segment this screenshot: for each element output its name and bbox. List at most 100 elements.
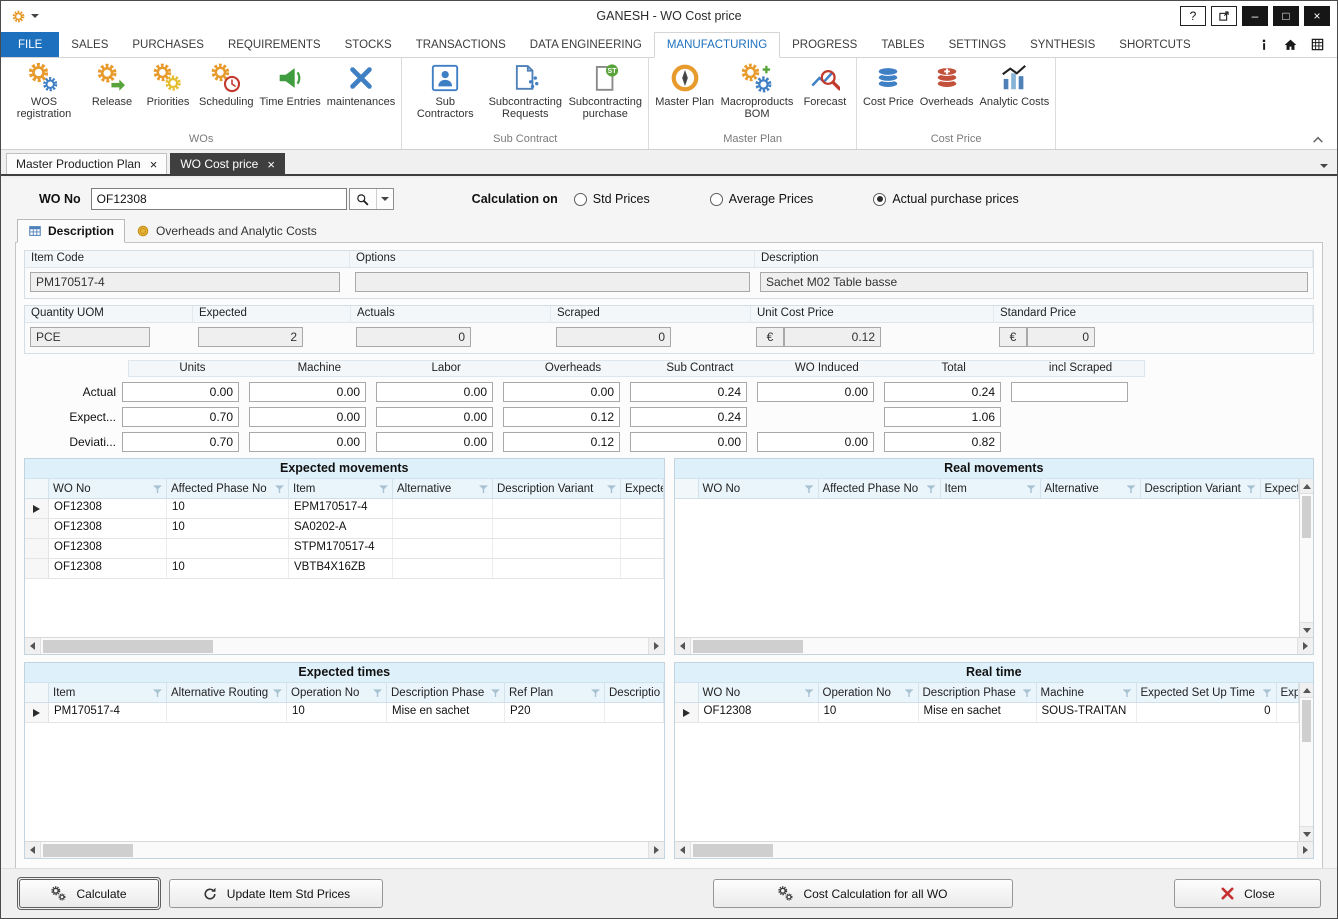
doc-tab-master-production-plan[interactable]: Master Production Plan × [6,153,167,174]
row-selector[interactable] [25,519,49,538]
ribbon-tab-requirements[interactable]: REQUIREMENTS [216,33,333,57]
scraped-field[interactable]: 0 [556,327,671,347]
ribbon-tab-manufacturing[interactable]: MANUFACTURING [654,32,780,58]
calculate-button[interactable]: Calculate [19,879,159,908]
options-field[interactable] [355,272,750,292]
standard-price-field[interactable]: 0 [1027,327,1095,347]
column-header-expected-set-up-time[interactable]: Expected Set Up Time [1137,683,1277,702]
scrollbar-thumb[interactable] [693,640,803,653]
ribbon-tab-progress[interactable]: PROGRESS [780,33,869,57]
filter-icon[interactable] [491,688,500,697]
scroll-left-button[interactable] [675,638,691,654]
scroll-right-button[interactable] [648,638,664,654]
row-selector[interactable] [25,703,49,722]
search-icon[interactable] [350,189,377,209]
scrollbar-thumb[interactable] [43,640,213,653]
column-header-item[interactable]: Item [289,479,393,498]
column-header-expected-q[interactable]: Expected Q [1261,479,1300,498]
filter-icon[interactable] [1027,484,1036,493]
column-header-description-variant[interactable]: Description Variant [1141,479,1261,498]
scroll-right-button[interactable] [648,842,664,858]
filter-icon[interactable] [1263,688,1272,697]
radio-std-prices[interactable]: Std Prices [574,192,650,206]
ribbon-tab-transactions[interactable]: TRANSACTIONS [404,33,518,57]
search-button[interactable] [349,188,394,210]
column-header-affected-phase-no[interactable]: Affected Phase No [819,479,941,498]
vertical-scrollbar[interactable] [1299,683,1313,841]
filter-icon[interactable] [373,688,382,697]
cost-calculation-all-wo-button[interactable]: Cost Calculation for all WO [713,879,1013,908]
subcontracting-purchase-button[interactable]: ST Subcontracting purchase [565,59,645,121]
column-header-wo-no[interactable]: WO No [49,479,167,498]
ribbon-tab-stocks[interactable]: STOCKS [333,33,404,57]
column-header-item[interactable]: Item [941,479,1041,498]
close-window-button[interactable]: × [1304,6,1330,26]
unit-cost-price-field[interactable]: 0.12 [784,327,881,347]
tab-list-caret-icon[interactable] [1320,164,1328,168]
calculator-icon[interactable] [1310,37,1325,52]
table-row[interactable]: OF12308 STPM170517-4 [25,539,664,559]
filter-icon[interactable] [927,484,936,493]
filter-icon[interactable] [805,688,814,697]
maintenances-button[interactable]: maintenances [324,59,399,108]
ribbon-tab-file[interactable]: FILE [1,32,59,57]
scroll-up-button[interactable] [1300,683,1313,698]
actuals-field[interactable]: 0 [356,327,471,347]
horizontal-scrollbar[interactable] [25,637,664,654]
scroll-down-button[interactable] [1300,826,1313,841]
ribbon-tab-data-engineering[interactable]: DATA ENGINEERING [518,33,654,57]
scrollbar-thumb[interactable] [1302,700,1311,742]
column-header-alternative[interactable]: Alternative [393,479,493,498]
column-header-alternative-routing[interactable]: Alternative Routing [167,683,287,702]
overheads-button[interactable]: Overheads [917,59,977,108]
scroll-right-button[interactable] [1297,638,1313,654]
column-header-operation-no[interactable]: Operation No [287,683,387,702]
help-button[interactable]: ? [1180,6,1206,26]
forecast-button[interactable]: Forecast [797,59,853,108]
subcontracting-requests-button[interactable]: Subcontracting Requests [485,59,565,121]
scroll-right-button[interactable] [1297,842,1313,858]
radio-average-prices[interactable]: Average Prices [710,192,814,206]
ribbon-tab-synthesis[interactable]: SYNTHESIS [1018,33,1107,57]
filter-icon[interactable] [153,484,162,493]
row-selector[interactable] [25,559,49,578]
close-tab-icon[interactable]: × [267,158,275,171]
scrollbar-thumb[interactable] [1302,496,1311,538]
column-header-machine[interactable]: Machine [1037,683,1137,702]
table-row[interactable]: PM170517-4 10 Mise en sachet P20 [25,703,664,723]
column-header-ref-plan[interactable]: Ref Plan [505,683,605,702]
filter-icon[interactable] [1247,484,1256,493]
table-row[interactable]: OF12308 10 EPM170517-4 [25,499,664,519]
tab-description[interactable]: Description [17,219,125,243]
quantity-uom-field[interactable]: PCE [30,327,150,347]
column-header-description-phase[interactable]: Description Phase [387,683,505,702]
release-button[interactable]: Release [84,59,140,108]
item-code-field[interactable]: PM170517-4 [30,272,340,292]
table-row[interactable]: OF12308 10 SA0202-A [25,519,664,539]
macroproducts-bom-button[interactable]: Macroproducts BOM [717,59,797,121]
column-header-affected-phase-no[interactable]: Affected Phase No [167,479,289,498]
maximize-button[interactable]: □ [1273,6,1299,26]
scroll-down-button[interactable] [1300,622,1313,637]
minimize-button[interactable]: – [1242,6,1268,26]
filter-icon[interactable] [905,688,914,697]
scheduling-button[interactable]: Scheduling [196,59,256,108]
quick-access-toolbar[interactable] [1,9,49,24]
radio-actual-purchase-prices[interactable]: Actual purchase prices [873,192,1018,206]
filter-icon[interactable] [379,484,388,493]
filter-icon[interactable] [479,484,488,493]
description-field[interactable]: Sachet M02 Table basse [760,272,1308,292]
ribbon-tab-purchases[interactable]: PURCHASES [120,33,216,57]
row-selector[interactable] [25,539,49,558]
expected-field[interactable]: 2 [198,327,303,347]
ribbon-tab-sales[interactable]: SALES [59,33,120,57]
priorities-button[interactable]: Priorities [140,59,196,108]
doc-tab-wo-cost-price[interactable]: WO Cost price × [170,153,285,174]
filter-icon[interactable] [275,484,284,493]
horizontal-scrollbar[interactable] [675,841,1314,858]
info-icon[interactable] [1257,38,1271,52]
wo-no-input[interactable] [91,188,347,210]
scroll-left-button[interactable] [25,842,41,858]
scroll-up-button[interactable] [1300,479,1313,494]
row-selector[interactable] [675,703,699,722]
